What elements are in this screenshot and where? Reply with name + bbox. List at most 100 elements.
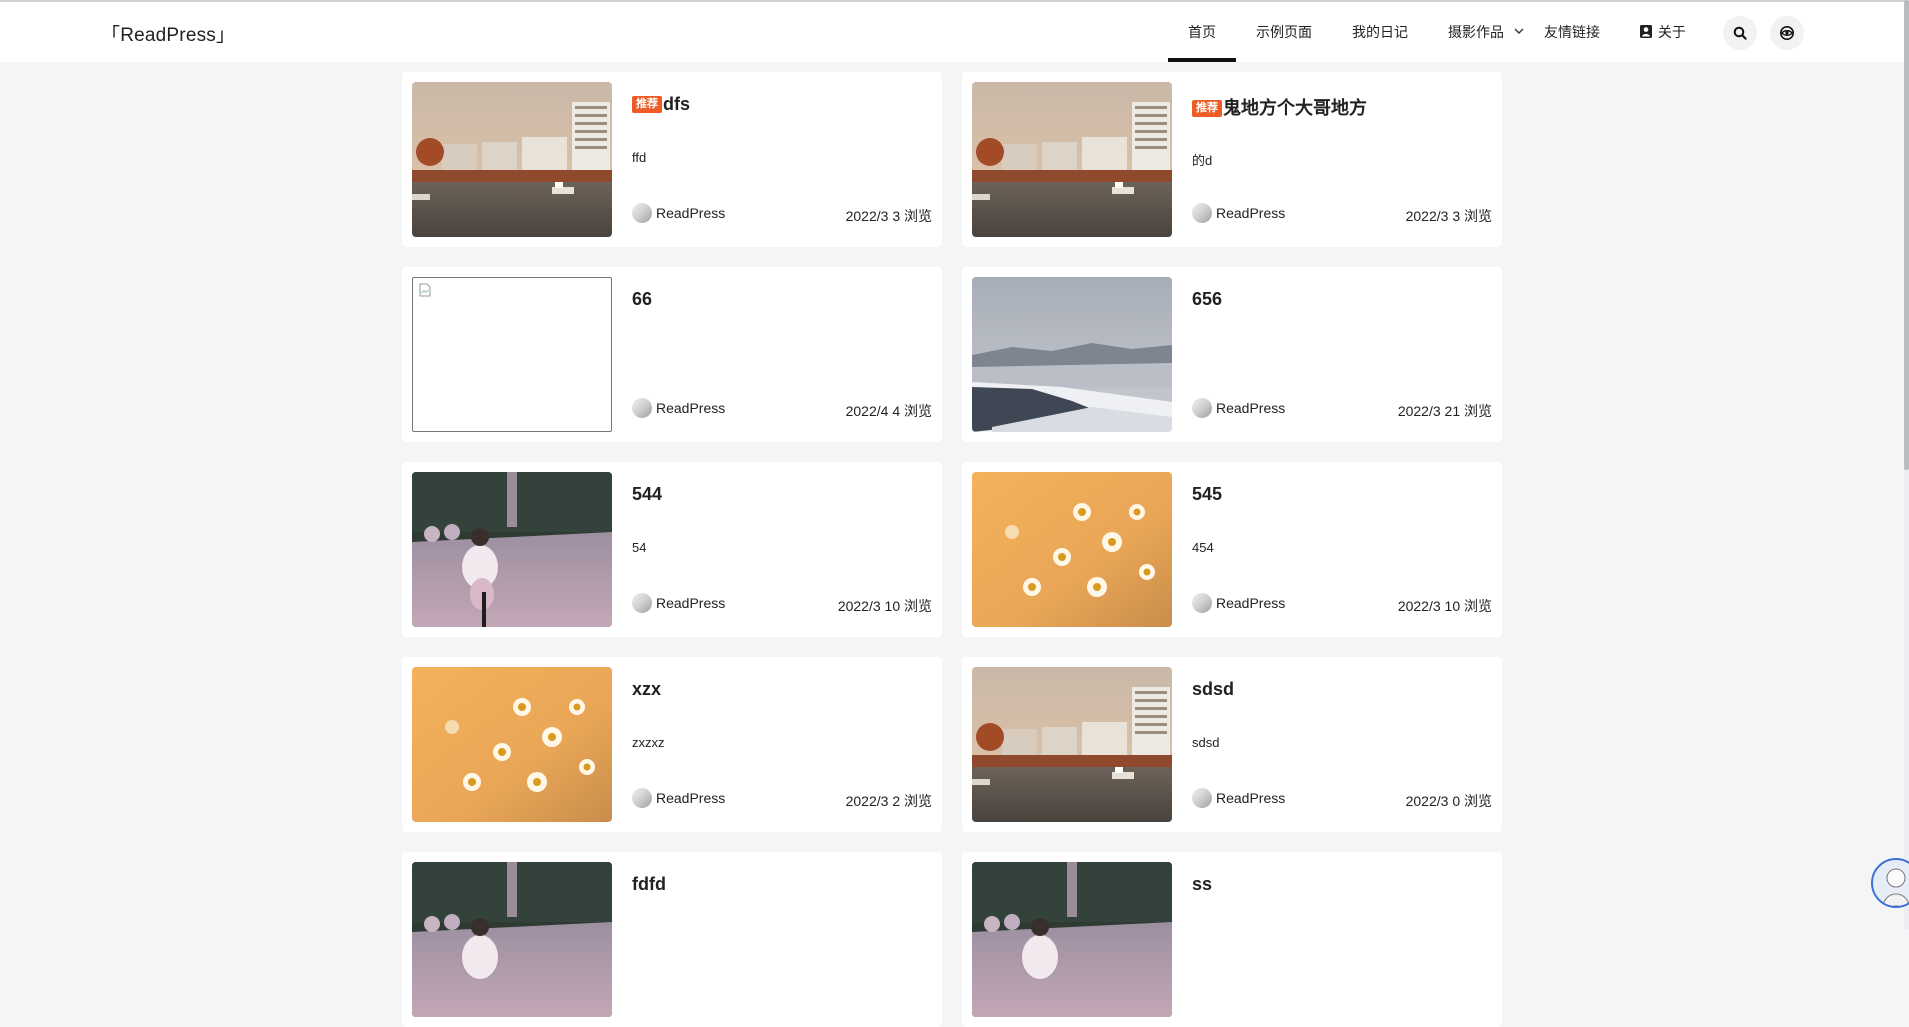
post-thumbnail[interactable] [972,472,1172,627]
author-avatar [1192,788,1212,808]
post-excerpt: 54 [632,540,647,555]
post-card[interactable]: 656 ReadPress 2022/3 21 浏览 [962,267,1502,442]
post-card[interactable]: 545 454 ReadPress 2022/3 10 浏览 [962,462,1502,637]
post-title-text: 66 [632,289,653,309]
author-name: ReadPress [656,400,726,416]
user-square-icon [1640,25,1652,39]
author-name: ReadPress [656,595,726,611]
post-author[interactable]: ReadPress [632,398,725,418]
post-title-text: dfs [663,94,690,114]
post-thumbnail[interactable] [972,82,1172,237]
post-meta: 2022/3 3 浏览 [846,206,932,226]
post-author[interactable]: ReadPress [1192,593,1285,613]
post-author[interactable]: ReadPress [632,788,725,808]
nav-item-sample-page[interactable]: 示例页面 [1256,2,1312,62]
post-title[interactable]: xzx [632,679,661,700]
post-meta: 2022/4 4 浏览 [846,401,932,421]
nav-item-label: 摄影作品 [1448,24,1504,40]
post-excerpt: zxzxz [632,735,665,750]
recommend-badge: 推荐 [1192,100,1222,117]
author-name: ReadPress [1216,400,1286,416]
site-header: 「ReadPress」 首页 示例页面 我的日记 摄影作品 友情链接 关于 [0,2,1904,62]
post-title[interactable]: 545 [1192,484,1222,505]
post-date: 2022/3 [845,208,889,224]
post-thumbnail[interactable] [412,277,612,432]
author-avatar [632,593,652,613]
nav-item-label: 示例页面 [1256,24,1312,40]
post-card[interactable]: 推荐 dfs ffd ReadPress 2022/3 3 浏览 [402,72,942,247]
post-author[interactable]: ReadPress [1192,203,1285,223]
post-thumbnail[interactable] [412,82,612,237]
post-thumbnail[interactable] [412,472,612,627]
post-card[interactable]: ss [962,852,1502,1027]
post-date: 2022/3 [1405,793,1449,809]
post-card[interactable]: 推荐 鬼地方个大哥地方 的d ReadPress 2022/3 3 浏览 [962,72,1502,247]
post-title[interactable]: 544 [632,484,662,505]
post-views: 0 浏览 [1452,793,1492,809]
nav-item-label: 友情链接 [1544,24,1600,40]
post-title-text: 545 [1192,484,1223,504]
nav-item-diary[interactable]: 我的日记 [1352,2,1408,62]
nav-item-friend-links[interactable]: 友情链接 [1544,2,1600,62]
post-title[interactable]: 推荐 dfs [632,94,690,115]
author-name: ReadPress [656,205,726,221]
post-title-text: xzx [632,679,662,699]
broken-image-icon [419,283,431,297]
nav-item-about[interactable]: 关于 [1640,2,1686,62]
nav-item-photography[interactable]: 摄影作品 [1448,2,1524,62]
post-title[interactable]: sdsd [1192,679,1234,700]
nav-item-home[interactable]: 首页 [1168,2,1236,62]
post-thumbnail[interactable] [412,667,612,822]
post-meta: 2022/3 3 浏览 [1406,206,1492,226]
mascot-avatar-button[interactable] [1871,858,1909,908]
author-avatar [632,398,652,418]
author-avatar [632,788,652,808]
post-views: 2 浏览 [892,793,932,809]
post-views: 21 浏览 [1444,403,1492,419]
post-views: 3 浏览 [892,208,932,224]
post-title[interactable]: ss [1192,874,1212,895]
post-card[interactable]: xzx zxzxz ReadPress 2022/3 2 浏览 [402,657,942,832]
post-meta: 2022/3 0 浏览 [1406,791,1492,811]
post-title[interactable]: 66 [632,289,652,310]
post-card[interactable]: 66 ReadPress 2022/4 4 浏览 [402,267,942,442]
search-button[interactable] [1723,16,1757,50]
post-excerpt: 454 [1192,540,1214,555]
post-title-text: 鬼地方个大哥地方 [1223,98,1367,118]
recommend-badge: 推荐 [632,96,662,113]
post-date: 2022/3 [1405,208,1449,224]
post-excerpt: sdsd [1192,735,1220,750]
post-views: 10 浏览 [884,598,932,614]
post-author[interactable]: ReadPress [632,593,725,613]
author-avatar [632,203,652,223]
scrollbar-thumb[interactable] [1904,0,1909,470]
post-meta: 2022/3 10 浏览 [838,596,932,616]
eye-icon [1780,26,1794,40]
view-mode-button[interactable] [1770,16,1804,50]
post-views: 10 浏览 [1444,598,1492,614]
post-card[interactable]: sdsd sdsd ReadPress 2022/3 0 浏览 [962,657,1502,832]
post-excerpt: 的d [1192,153,1213,168]
post-title[interactable]: 656 [1192,289,1222,310]
chevron-down-icon [1514,28,1524,35]
post-title[interactable]: fdfd [632,874,666,895]
author-name: ReadPress [1216,790,1286,806]
post-excerpt: ffd [632,150,647,165]
nav-item-label: 关于 [1657,24,1686,40]
post-author[interactable]: ReadPress [1192,788,1285,808]
author-name: ReadPress [656,790,726,806]
post-card[interactable]: 544 54 ReadPress 2022/3 10 浏览 [402,462,942,637]
author-avatar [1192,593,1212,613]
nav-item-label: 首页 [1188,24,1216,40]
post-author[interactable]: ReadPress [632,203,725,223]
search-icon [1733,26,1747,40]
post-title[interactable]: 推荐 鬼地方个大哥地方 [1192,94,1367,120]
post-meta: 2022/3 10 浏览 [1398,596,1492,616]
post-thumbnail[interactable] [412,862,612,1017]
post-thumbnail[interactable] [972,862,1172,1017]
post-thumbnail[interactable] [972,277,1172,432]
post-author[interactable]: ReadPress [1192,398,1285,418]
post-thumbnail[interactable] [972,667,1172,822]
site-logo[interactable]: 「ReadPress」 [101,20,235,47]
post-card[interactable]: fdfd [402,852,942,1027]
